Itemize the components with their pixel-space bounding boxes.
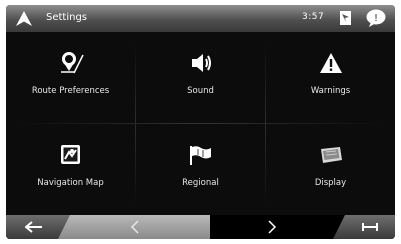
warnings-label: Warnings — [310, 86, 351, 96]
chevron-left-icon — [130, 220, 139, 234]
speaker-icon — [136, 52, 265, 74]
settings-screen: Settings 3:57 ! Route Preferences Sound … — [6, 5, 395, 239]
flag-icon — [136, 144, 265, 166]
message-icon[interactable]: ! — [366, 9, 386, 31]
display-label: Display — [314, 178, 347, 188]
warnings-button[interactable]: Warnings — [266, 32, 395, 123]
sound-label: Sound — [187, 86, 214, 96]
top-bar: Settings 3:57 ! — [6, 5, 395, 32]
svg-text:!: ! — [374, 13, 378, 24]
previous-page-button[interactable] — [70, 215, 200, 239]
sound-button[interactable]: Sound — [136, 32, 265, 123]
bottom-bar — [6, 215, 395, 239]
back-button[interactable] — [6, 215, 62, 239]
route-preferences-button[interactable]: Route Preferences — [6, 32, 135, 123]
clock: 3:57 — [302, 12, 325, 22]
navigation-arrow-icon[interactable] — [16, 11, 32, 30]
settings-grid: Route Preferences Sound Warnings Navigat… — [6, 32, 395, 215]
navigation-map-label: Navigation Map — [37, 178, 104, 188]
regional-button[interactable]: Regional — [136, 124, 265, 215]
gps-status-icon — [339, 10, 352, 30]
more-button[interactable] — [345, 215, 395, 239]
route-preferences-label: Route Preferences — [31, 86, 110, 96]
next-page-button[interactable] — [210, 215, 333, 239]
back-arrow-icon — [25, 221, 42, 233]
display-icon — [266, 144, 395, 166]
more-icon — [362, 223, 378, 231]
route-preferences-icon — [6, 52, 135, 74]
chevron-right-icon — [267, 220, 276, 234]
warning-icon — [266, 52, 395, 74]
map-icon — [6, 144, 135, 166]
page-title: Settings — [46, 12, 88, 23]
regional-label: Regional — [182, 178, 219, 188]
navigation-map-button[interactable]: Navigation Map — [6, 124, 135, 215]
display-button[interactable]: Display — [266, 124, 395, 215]
